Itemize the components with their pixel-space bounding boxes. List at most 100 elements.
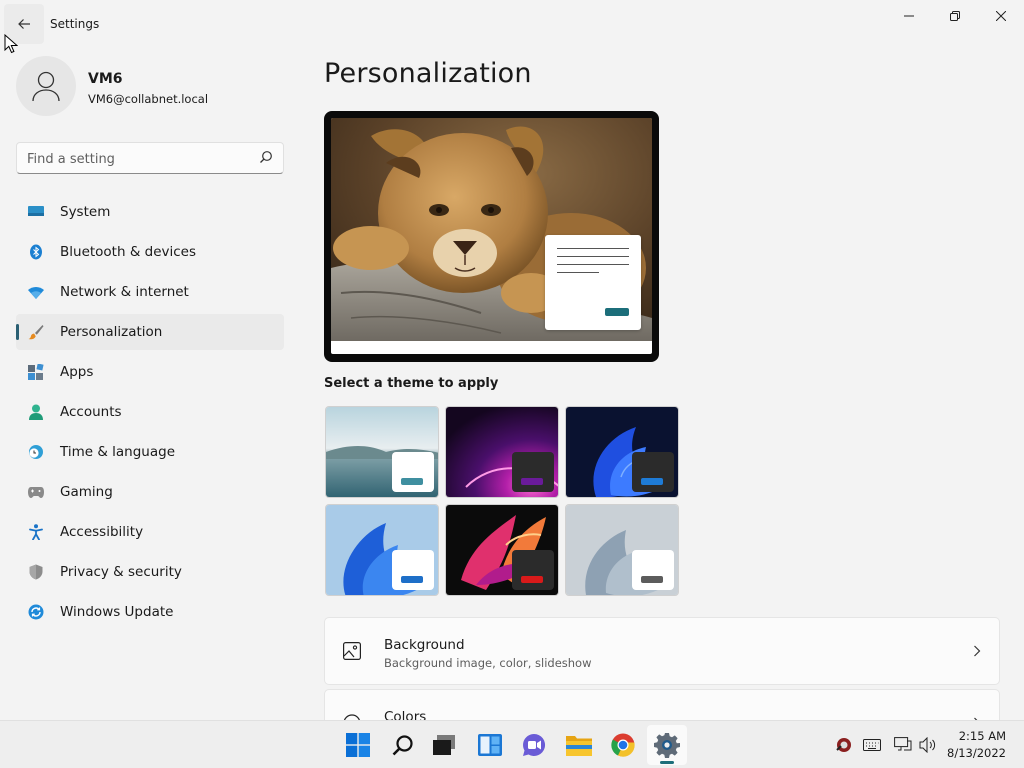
close-button[interactable] xyxy=(978,0,1024,32)
theme-captured-motion[interactable] xyxy=(445,504,559,596)
clock-time[interactable]: 2:15 AM xyxy=(959,729,1006,743)
taskbar-file-explorer-button[interactable] xyxy=(559,725,599,765)
tray-keyboard-button[interactable] xyxy=(863,736,881,754)
ethernet-icon xyxy=(894,737,912,751)
theme-preview xyxy=(324,111,659,362)
gamepad-icon xyxy=(28,484,44,500)
taskbar-chrome-button[interactable] xyxy=(603,725,643,765)
theme-bloom-dark[interactable] xyxy=(565,406,679,498)
search-box[interactable] xyxy=(16,142,284,174)
image-icon xyxy=(343,642,361,660)
sidebar-item-windows-update[interactable]: Windows Update xyxy=(16,594,284,630)
theme-sample-window xyxy=(392,452,434,492)
title-bar: Settings xyxy=(0,0,1024,48)
mouse-cursor-icon xyxy=(4,34,18,54)
close-icon xyxy=(996,11,1006,21)
taskbar-start-button[interactable] xyxy=(338,725,378,765)
chevron-right-icon xyxy=(974,645,981,657)
taskbar-settings-button[interactable] xyxy=(647,725,687,765)
sidebar-item-gaming[interactable]: Gaming xyxy=(16,474,284,510)
back-arrow-icon xyxy=(18,19,30,29)
user-profile[interactable]: VM6 VM6@collabnet.local xyxy=(16,56,296,120)
clock-date[interactable]: 8/13/2022 xyxy=(947,746,1006,760)
user-avatar-icon xyxy=(32,71,60,102)
sidebar-item-label: System xyxy=(60,204,111,220)
restore-button[interactable] xyxy=(932,0,978,32)
paintbrush-icon xyxy=(28,324,44,340)
preview-line xyxy=(557,264,629,265)
search-icon xyxy=(392,735,413,756)
widgets-icon xyxy=(478,734,502,756)
theme-sample-window xyxy=(632,550,674,590)
sidebar-item-privacy-security[interactable]: Privacy & security xyxy=(16,554,284,590)
theme-accent-swatch xyxy=(641,478,663,485)
setting-title: Background xyxy=(384,637,465,653)
preview-button xyxy=(605,308,629,316)
settings-icon xyxy=(654,733,680,758)
avatar[interactable] xyxy=(16,56,76,116)
sidebar-item-label: Time & language xyxy=(60,444,176,460)
sidebar-item-label: Privacy & security xyxy=(60,564,182,580)
update-icon xyxy=(28,604,44,620)
taskbar: 2:15 AM 8/13/2022 xyxy=(0,720,1024,768)
sidebar-item-accessibility[interactable]: Accessibility xyxy=(16,514,284,550)
sidebar-item-network[interactable]: Network & internet xyxy=(16,274,284,310)
sidebar-item-label: Personalization xyxy=(60,324,163,340)
bluetooth-icon xyxy=(28,244,44,260)
sidebar-item-label: Gaming xyxy=(60,484,113,500)
person-icon xyxy=(28,404,44,420)
restore-icon xyxy=(950,11,960,21)
background-setting[interactable]: Background Background image, color, slid… xyxy=(324,617,1000,685)
setting-title: Colors xyxy=(384,709,427,720)
tray-app-icon[interactable] xyxy=(835,736,853,754)
sidebar-item-bluetooth[interactable]: Bluetooth & devices xyxy=(16,234,284,270)
theme-sample-window xyxy=(512,452,554,492)
taskbar-widgets-button[interactable] xyxy=(470,725,510,765)
tray-network-button[interactable] xyxy=(894,736,912,754)
preview-window xyxy=(545,235,641,330)
taskbar-search-button[interactable] xyxy=(383,725,423,765)
sidebar-item-system[interactable]: System xyxy=(16,194,284,230)
sidebar-item-accounts[interactable]: Accounts xyxy=(16,394,284,430)
taskbar-task-view-button[interactable] xyxy=(424,725,464,765)
sidebar-item-label: Accessibility xyxy=(60,524,144,540)
theme-accent-swatch xyxy=(521,576,543,583)
apps-icon xyxy=(28,364,44,380)
theme-accent-swatch xyxy=(401,576,423,583)
theme-lake[interactable] xyxy=(325,406,439,498)
monitor-icon xyxy=(28,204,44,220)
taskbar-chat-button[interactable] xyxy=(514,725,554,765)
sidebar-item-label: Bluetooth & devices xyxy=(60,244,197,260)
theme-flow[interactable] xyxy=(565,504,679,596)
theme-heading: Select a theme to apply xyxy=(324,376,499,391)
chat-icon xyxy=(523,733,546,756)
sidebar-item-label: Apps xyxy=(60,364,94,380)
clock-globe-icon xyxy=(28,444,44,460)
user-name: VM6 xyxy=(88,71,123,87)
sidebar-item-personalization[interactable]: Personalization xyxy=(16,314,284,350)
chrome-icon xyxy=(611,733,635,757)
setting-subtitle: Background image, color, slideshow xyxy=(384,656,592,670)
preview-line xyxy=(557,248,629,249)
user-email: VM6@collabnet.local xyxy=(88,92,209,106)
preview-screen xyxy=(331,118,652,354)
sidebar-item-apps[interactable]: Apps xyxy=(16,354,284,390)
colors-setting[interactable]: Colors xyxy=(324,689,1000,720)
theme-glow[interactable] xyxy=(445,406,559,498)
theme-sample-window xyxy=(512,550,554,590)
theme-sample-window xyxy=(632,452,674,492)
theme-sample-window xyxy=(392,550,434,590)
accessibility-icon xyxy=(28,524,44,540)
theme-bloom-light[interactable] xyxy=(325,504,439,596)
tray-volume-button[interactable] xyxy=(919,736,937,754)
minimize-button[interactable] xyxy=(886,0,932,32)
sidebar-item-time-language[interactable]: Time & language xyxy=(16,434,284,470)
search-icon[interactable] xyxy=(259,150,273,164)
main-content: Personalization Select a theme to apply … xyxy=(300,48,1024,720)
sidebar-item-label: Accounts xyxy=(60,404,122,420)
search-input[interactable] xyxy=(27,149,247,169)
sidebar: VM6 VM6@collabnet.local System Bluetooth… xyxy=(0,48,300,720)
minimize-icon xyxy=(904,15,914,17)
sidebar-nav: System Bluetooth & devices Network & int… xyxy=(16,194,284,634)
preview-line xyxy=(557,272,599,273)
